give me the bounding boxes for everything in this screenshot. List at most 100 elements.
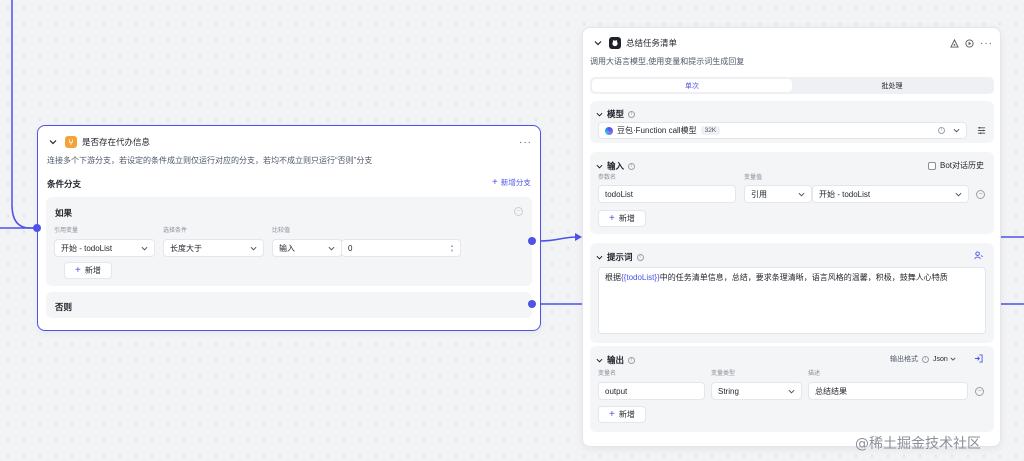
remove-input-icon[interactable]: − bbox=[976, 190, 985, 199]
add-branch-button[interactable]: + 新增分支 bbox=[492, 177, 531, 188]
summary-node-title: 总结任务清单 bbox=[626, 38, 678, 48]
bot-history-toggle[interactable]: Bot对话历史 bbox=[928, 160, 984, 171]
more-options-icon[interactable]: ··· bbox=[980, 38, 993, 49]
model-header: 模型 i bbox=[596, 108, 636, 120]
compare-value-input[interactable]: 0 ▲ ▼ bbox=[341, 239, 461, 257]
output-section: 输出 i 输出格式 i Json 变量名 变量类型 描述 output Stri… bbox=[590, 346, 994, 432]
summary-node-header: 总结任务清单 ··· bbox=[593, 35, 993, 51]
add-output-label: 新增 bbox=[618, 410, 635, 419]
condition-icon: ⑂ bbox=[65, 136, 77, 148]
output-var-name: output bbox=[605, 386, 628, 396]
model-settings-icon[interactable] bbox=[977, 126, 986, 135]
summary-node[interactable]: 总结任务清单 ··· 调用大语言模型,使用变量和提示词生成回复 单次 批处理 模… bbox=[582, 27, 1001, 447]
export-icon[interactable] bbox=[974, 354, 983, 363]
chevron-down-icon[interactable] bbox=[593, 38, 603, 48]
ref-type-select[interactable]: 引用 bbox=[744, 185, 812, 203]
add-branch-label: 新增分支 bbox=[500, 178, 531, 187]
output-format-select[interactable]: Json bbox=[933, 356, 956, 363]
output-format-label: 输出格式 bbox=[890, 356, 918, 363]
else-output-port[interactable] bbox=[528, 300, 536, 308]
compare-value: 0 bbox=[348, 243, 353, 253]
remove-branch-icon[interactable]: − bbox=[514, 207, 523, 216]
input-label: 输入 bbox=[607, 161, 625, 171]
ref-var-value: 开始 - todoList bbox=[61, 243, 113, 253]
watermark: @稀土掘金技术社区 bbox=[855, 436, 981, 452]
compare-type-value: 输入 bbox=[279, 243, 295, 253]
model-label: 模型 bbox=[607, 109, 625, 119]
chevron-down-icon[interactable] bbox=[596, 163, 603, 170]
condition-branch-title: 条件分支 bbox=[47, 179, 82, 189]
prompt-textarea[interactable]: 根据{{todoList}}中的任务清单信息，总结，要求条理清晰，语言风格的温馨… bbox=[598, 267, 986, 334]
prompt-section: 提示词 i 根据{{todoList}}中的任务清单信息，总结，要求条理清晰，语… bbox=[590, 243, 994, 343]
info-icon[interactable]: i bbox=[628, 356, 636, 364]
value-col-label: 变量值 bbox=[744, 175, 763, 181]
add-input-button[interactable]: + 新增 bbox=[598, 210, 646, 227]
output-desc: 总结结果 bbox=[815, 386, 847, 396]
stepper-icon[interactable]: ▲ ▼ bbox=[450, 243, 454, 253]
input-section: 输入 i Bot对话历史 参数名 变量值 todoList 引用 开始 - to… bbox=[590, 152, 994, 234]
chevron-down-icon bbox=[953, 128, 960, 133]
output-label: 输出 bbox=[607, 355, 625, 365]
info-icon[interactable]: i bbox=[628, 110, 636, 118]
bot-history-label: Bot对话历史 bbox=[940, 161, 985, 170]
chevron-down-icon[interactable] bbox=[48, 137, 58, 147]
condition-input-port[interactable] bbox=[33, 224, 41, 232]
else-label: 否则 bbox=[55, 302, 73, 312]
node-actions: ··· bbox=[950, 38, 993, 49]
info-icon[interactable]: i bbox=[628, 162, 636, 170]
output-var-name-input[interactable]: output bbox=[598, 382, 705, 400]
output-desc-input[interactable]: 总结结果 bbox=[808, 382, 968, 400]
model-select[interactable]: 豆包·Function call模型 32K i bbox=[598, 122, 967, 139]
prompt-text-before: 根据 bbox=[605, 273, 621, 282]
if-branch-panel: 如果 − 引用变量 选择条件 比较值 开始 - todoList 长度大于 输入… bbox=[46, 197, 532, 286]
info-icon[interactable]: i bbox=[636, 253, 644, 261]
chevron-down-icon bbox=[141, 246, 148, 251]
prompt-label: 提示词 bbox=[607, 252, 633, 262]
chevron-down-icon bbox=[955, 192, 962, 197]
info-icon[interactable]: i bbox=[938, 127, 945, 134]
ref-value-select[interactable]: 开始 - todoList bbox=[812, 185, 969, 203]
ref-value: 开始 - todoList bbox=[819, 189, 871, 199]
add-input-label: 新增 bbox=[618, 214, 635, 223]
more-options-icon[interactable]: ··· bbox=[519, 137, 532, 148]
tab-single[interactable]: 单次 bbox=[592, 79, 792, 92]
ref-var-select[interactable]: 开始 - todoList bbox=[54, 239, 155, 257]
prompt-text-after: 中的任务清单信息，总结，要求条理清晰，语言风格的温馨，积极，鼓舞人心特质 bbox=[659, 273, 948, 282]
chevron-down-icon bbox=[798, 192, 805, 197]
prompt-library-icon[interactable] bbox=[974, 251, 983, 260]
ref-var-col-label: 引用变量 bbox=[54, 228, 79, 234]
add-output-button[interactable]: + 新增 bbox=[598, 406, 646, 423]
compare-type-select[interactable]: 输入 bbox=[272, 239, 342, 257]
prompt-variable: {{todoList}} bbox=[621, 273, 660, 282]
condition-node[interactable]: ⑂ 是否存在代办信息 ··· 连接多个下游分支，若设定的条件成立则仅运行对应的分… bbox=[37, 125, 541, 331]
add-condition-button[interactable]: + 新增 bbox=[64, 262, 112, 279]
var-type-col-label: 变量类型 bbox=[711, 371, 736, 377]
bot-history-checkbox[interactable] bbox=[928, 161, 936, 170]
prompt-header: 提示词 i bbox=[596, 251, 644, 263]
param-name-value: todoList bbox=[605, 189, 634, 199]
condition-node-description: 连接多个下游分支，若设定的条件成立则仅运行对应的分支，若均不成立则只运行“否则”… bbox=[47, 156, 373, 165]
if-output-port[interactable] bbox=[528, 237, 536, 245]
else-branch-panel: 否则 bbox=[46, 292, 532, 318]
chevron-down-icon[interactable] bbox=[596, 254, 603, 261]
model-select-content: 豆包·Function call模型 32K bbox=[605, 125, 721, 136]
param-name-input[interactable]: todoList bbox=[598, 185, 736, 203]
tab-batch[interactable]: 批处理 bbox=[792, 79, 992, 92]
chevron-down-icon bbox=[950, 357, 956, 361]
info-icon[interactable]: i bbox=[922, 355, 929, 363]
model-section: 模型 i 豆包·Function call模型 32K i bbox=[590, 101, 994, 143]
doubao-logo-icon bbox=[605, 126, 613, 135]
play-icon[interactable] bbox=[965, 38, 974, 48]
chevron-down-icon[interactable] bbox=[596, 357, 603, 364]
plus-icon: + bbox=[609, 408, 615, 420]
condition-select[interactable]: 长度大于 bbox=[163, 239, 264, 257]
input-header: 输入 i bbox=[596, 160, 636, 172]
debug-icon[interactable] bbox=[950, 38, 959, 48]
condition-node-header: ⑂ 是否存在代办信息 ··· bbox=[48, 134, 532, 150]
output-var-type-select[interactable]: String bbox=[711, 382, 802, 400]
output-header: 输出 i bbox=[596, 354, 636, 366]
var-name-col-label: 变量名 bbox=[598, 371, 617, 377]
condition-value: 长度大于 bbox=[170, 243, 202, 253]
chevron-down-icon[interactable] bbox=[596, 111, 603, 118]
remove-output-icon[interactable]: − bbox=[975, 387, 984, 396]
